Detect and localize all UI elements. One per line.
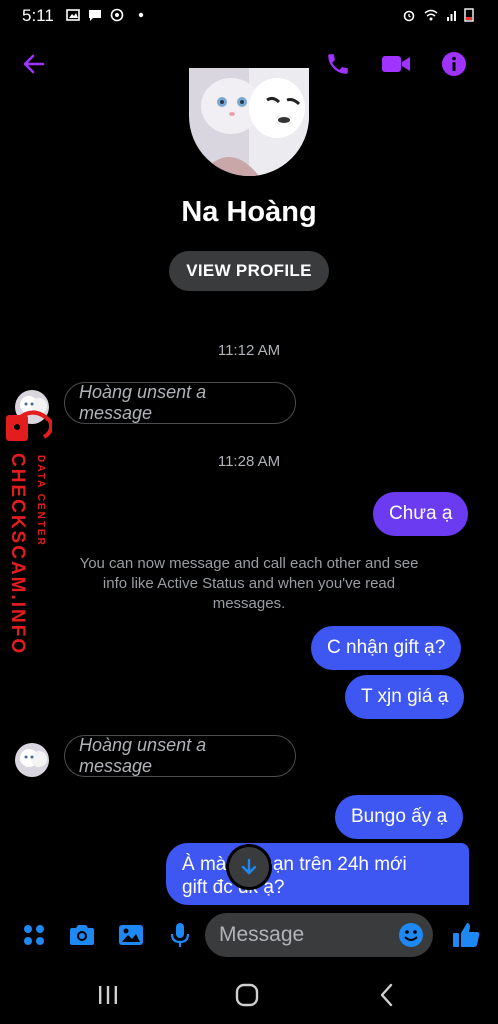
microphone-icon — [170, 923, 190, 947]
four-dots-menu-icon — [24, 925, 44, 945]
video-call-button[interactable] — [380, 48, 412, 80]
unsent-message-notice: Hoàng unsent a message — [64, 382, 296, 424]
sent-message-bubble[interactable]: À mà kết bạn trên 24h mới gift đc dk ạ? — [166, 843, 469, 905]
video-camera-icon — [382, 56, 410, 72]
camera-button[interactable] — [65, 918, 99, 952]
cat-avatar-small-image — [15, 743, 49, 777]
alarm-icon — [403, 10, 415, 22]
conversation-info-button[interactable] — [438, 48, 470, 80]
voice-message-button[interactable] — [163, 918, 197, 952]
signal-icon — [447, 11, 456, 21]
unsent-message-notice: Hoàng unsent a message — [64, 735, 296, 777]
sent-message-bubble[interactable]: C nhận gift ạ? — [311, 626, 462, 670]
phone-icon — [328, 54, 348, 74]
timestamp: 11:28 AM — [217, 453, 281, 470]
sender-avatar — [15, 743, 49, 777]
status-bar: 5:11 — [0, 0, 498, 32]
view-profile-button[interactable]: VIEW PROFILE — [169, 251, 329, 291]
arrow-down-icon — [241, 858, 257, 875]
voice-call-button[interactable] — [322, 48, 354, 80]
home-button[interactable] — [227, 980, 267, 1010]
sent-message-bubble[interactable]: Bungo ấy ạ — [335, 795, 464, 839]
back-nav-button[interactable] — [367, 980, 407, 1010]
gallery-button[interactable] — [114, 918, 148, 952]
timestamp: 11:12 AM — [217, 342, 281, 359]
watermark-tag: DATA CENTER — [35, 455, 46, 547]
back-button[interactable] — [18, 48, 50, 80]
contact-name: Na Hoàng — [181, 196, 317, 228]
status-time: 5:11 — [22, 6, 54, 25]
sent-message-bubble[interactable]: Chưa ạ — [373, 492, 469, 536]
connection-info-text: You can now message and call each other … — [79, 555, 419, 612]
message-line: À mà kết bạn trên 24h mới — [182, 854, 407, 875]
info-icon — [442, 52, 466, 76]
cat-avatar-image — [189, 68, 309, 176]
chevron-left-icon — [380, 983, 393, 1007]
watermark-brand: CHECKSCAM.INFO — [7, 453, 28, 656]
contact-avatar[interactable] — [189, 68, 309, 176]
messenger-notification-icon — [110, 8, 124, 22]
camera-icon — [70, 925, 94, 945]
checkscam-watermark: CHECKSCAM.INFO DATA CENTER — [4, 405, 54, 655]
message-line: gift đc dk ạ? — [182, 877, 285, 898]
more-notifications-dot-icon — [138, 12, 144, 18]
back-arrow-icon — [23, 54, 45, 74]
message-notification-icon — [89, 10, 101, 21]
sent-message-bubble[interactable]: T xjn giá ạ — [345, 675, 465, 719]
more-actions-button[interactable] — [17, 918, 51, 952]
image-icon — [119, 925, 143, 945]
recent-apps-button[interactable] — [88, 980, 128, 1010]
thumbs-up-icon — [453, 923, 480, 947]
home-icon — [235, 983, 259, 1007]
smiley-face-icon — [399, 923, 423, 947]
image-notification-icon — [66, 9, 80, 21]
battery-icon — [464, 8, 474, 22]
emoji-button[interactable] — [397, 921, 425, 949]
scroll-to-bottom-button[interactable] — [229, 847, 269, 887]
wifi-icon — [424, 9, 438, 21]
recent-apps-icon — [99, 986, 117, 1004]
like-button[interactable] — [449, 918, 483, 952]
